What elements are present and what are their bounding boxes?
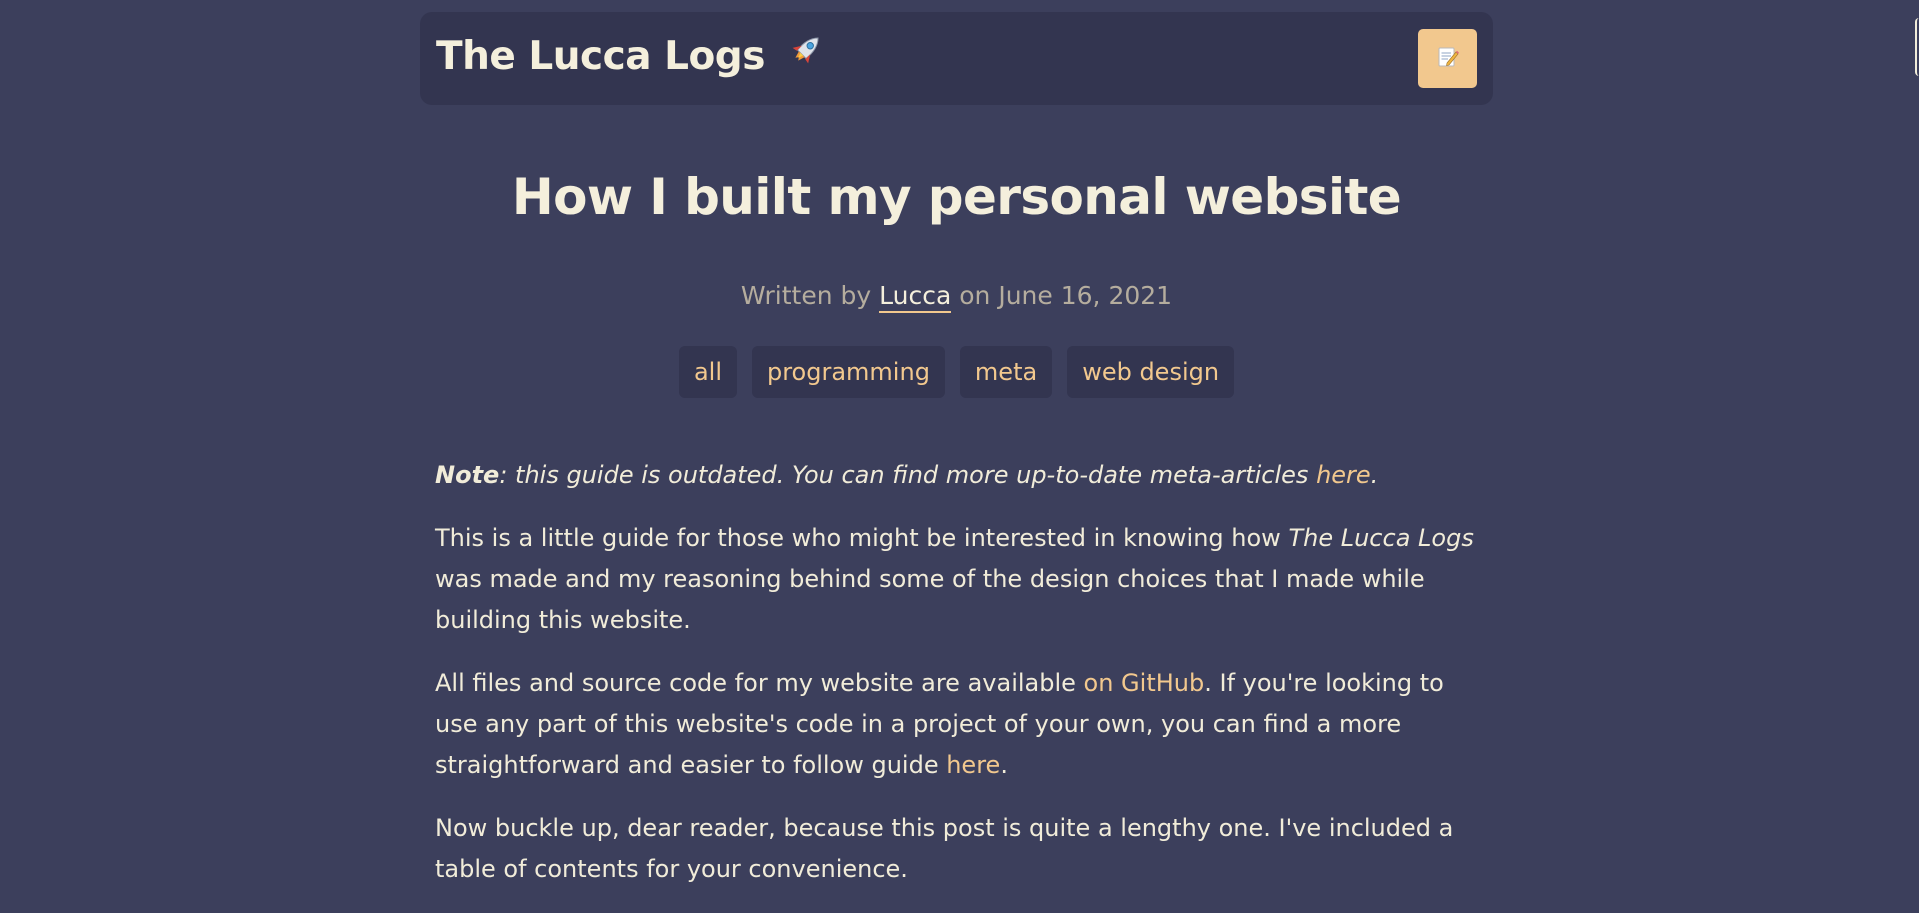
post-title: How I built my personal website: [511, 168, 1402, 226]
site-header: The Lucca Logs: [420, 12, 1493, 105]
rocket-icon: [786, 30, 826, 80]
author-link[interactable]: Lucca: [879, 281, 952, 313]
tag-programming[interactable]: programming: [751, 346, 945, 398]
source-paragraph: All files and source code for my website…: [435, 663, 1475, 786]
byline: Written by Lucca on June 16, 2021: [420, 281, 1493, 313]
site-title-link[interactable]: The Lucca Logs: [436, 34, 826, 80]
post-date: June 16, 2021: [998, 281, 1173, 310]
guide-link[interactable]: here: [946, 751, 1000, 779]
intro-text: This is a little guide for those who mig…: [435, 524, 1289, 552]
memo-icon: [1436, 45, 1460, 72]
tag-all[interactable]: all: [678, 346, 737, 398]
github-link[interactable]: on GitHub: [1084, 669, 1205, 697]
scrollbar[interactable]: [1915, 18, 1919, 76]
note-end: .: [1370, 461, 1379, 489]
edit-button[interactable]: [1418, 29, 1477, 88]
tag-meta[interactable]: meta: [959, 346, 1053, 398]
article-body: Note: this guide is outdated. You can fi…: [435, 455, 1475, 912]
meta-articles-link[interactable]: here: [1316, 461, 1371, 489]
site-name-emphasis: The Lucca Logs: [1288, 524, 1474, 552]
outdated-note: Note: this guide is outdated. You can fi…: [435, 455, 1475, 496]
tag-list: all programming meta web design: [420, 346, 1493, 398]
note-text: : this guide is outdated. You can find m…: [499, 461, 1317, 489]
buckle-up-paragraph: Now buckle up, dear reader, because this…: [435, 814, 1454, 883]
page: The Lucca Logs How I built my personal w…: [0, 0, 1919, 913]
site-title: The Lucca Logs: [436, 34, 765, 79]
byline-prefix: Written by: [740, 281, 872, 310]
byline-middle: on: [959, 281, 991, 310]
source-text-end: .: [1000, 751, 1008, 779]
intro-text-end: was made and my reasoning behind some of…: [435, 565, 1425, 634]
note-label: Note: [435, 461, 500, 489]
intro-paragraph: This is a little guide for those who mig…: [435, 518, 1475, 641]
tag-web-design[interactable]: web design: [1067, 346, 1235, 398]
source-text: All files and source code for my website…: [435, 669, 1084, 697]
